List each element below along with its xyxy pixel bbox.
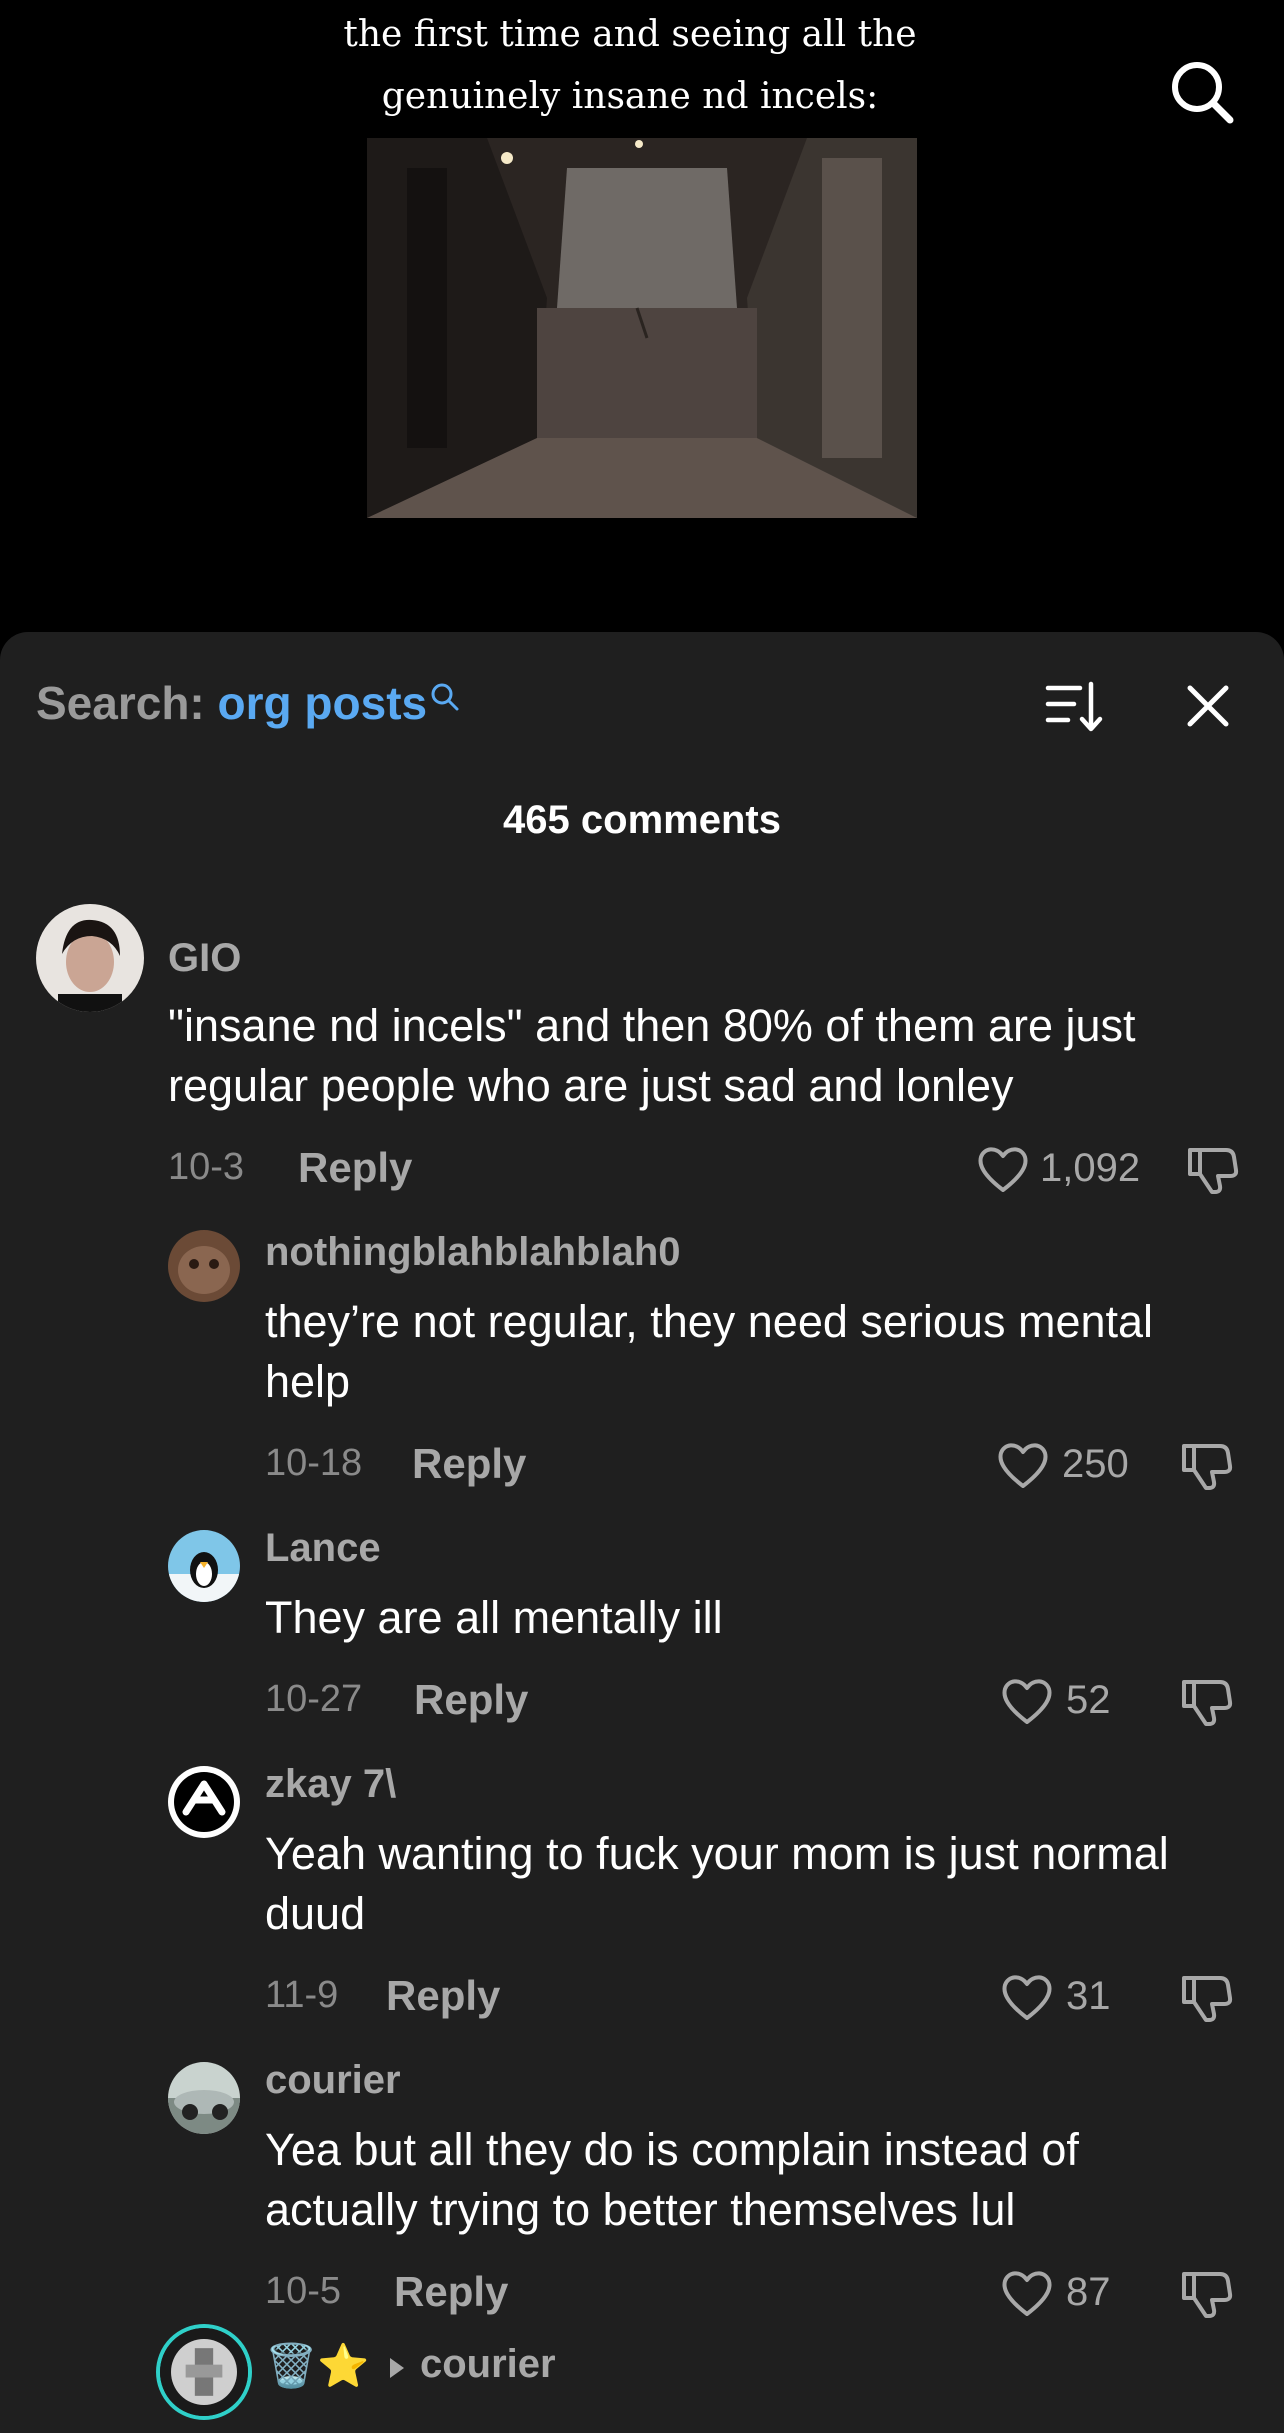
comment-reply-item: nothingblahblahblah0 they’re not regular… (0, 1200, 1284, 1500)
comment-item: GIO "insane nd incels" and then 80% of t… (0, 902, 1284, 1222)
comment-count: 465 comments (503, 798, 781, 842)
reply-button[interactable]: Reply (386, 1972, 500, 2020)
reply-arrow-icon (388, 2356, 406, 2380)
heart-icon[interactable] (1000, 1676, 1054, 1726)
video-caption-line-2: genuinely insane nd incels: (381, 76, 879, 117)
comment-text-line-2: actually trying to better themselves lul (265, 2184, 1016, 2235)
comment-text-line-2: help (265, 1356, 351, 1407)
heart-icon[interactable] (976, 1144, 1030, 1194)
reply-button[interactable]: Reply (298, 1144, 412, 1192)
comment-username[interactable]: nothingblahblahblah0 (265, 1230, 681, 1275)
search-small-icon (429, 670, 461, 711)
comment-text-line-1: "insane nd incels" and then 80% of them … (168, 1000, 1136, 1051)
avatar[interactable] (156, 2324, 252, 2420)
comment-username[interactable]: GIO (168, 936, 241, 981)
like-count: 1,092 (1040, 1146, 1141, 1190)
comment-username[interactable]: Lance (265, 1526, 381, 1571)
avatar[interactable] (36, 904, 144, 1012)
heart-icon[interactable] (1000, 2268, 1054, 2318)
comment-search-query[interactable]: Search: org posts (36, 676, 461, 730)
comment-reply-item: 🗑️⭐ courier (0, 2320, 1284, 2433)
dislike-icon[interactable] (1180, 1674, 1234, 1728)
comment-text-line-2: duud (265, 1888, 366, 1939)
close-icon[interactable] (1180, 678, 1236, 734)
video-frame-hallway (367, 138, 917, 518)
comment-reply-item: courier Yea but all they do is complain … (0, 2030, 1284, 2330)
comments-sheet: Search: org posts 465 comments GIO "insa… (0, 632, 1284, 2433)
like-count: 87 (1066, 2270, 1111, 2314)
dislike-icon[interactable] (1180, 2266, 1234, 2320)
comment-username[interactable]: courier (265, 2058, 401, 2103)
reply-button[interactable]: Reply (394, 2268, 508, 2316)
avatar[interactable] (168, 1230, 240, 1302)
like-count: 31 (1066, 1974, 1111, 2018)
dislike-icon[interactable] (1180, 1438, 1234, 1492)
video-player[interactable]: the first time and seeing all the genuin… (0, 0, 1284, 640)
heart-icon[interactable] (1000, 1972, 1054, 2022)
comment-reply-item: Lance They are all mentally ill 10-27 Re… (0, 1496, 1284, 1736)
like-count: 250 (1062, 1442, 1129, 1486)
comment-text-line-1: They are all mentally ill (265, 1592, 723, 1643)
comment-text-line-2: regular people who are just sad and lonl… (168, 1060, 1014, 1111)
video-caption-line-1: the first time and seeing all the (343, 14, 917, 55)
avatar[interactable] (168, 1530, 240, 1602)
comment-date: 10-3 (168, 1146, 245, 1188)
comment-date: 10-27 (265, 1678, 363, 1720)
dislike-icon[interactable] (1180, 1970, 1234, 2024)
sort-icon[interactable] (1044, 676, 1104, 736)
comment-username-emoji[interactable]: 🗑️⭐ (265, 2342, 370, 2391)
search-prefix: Search: (36, 677, 205, 729)
comment-date: 10-5 (265, 2270, 342, 2312)
reply-button[interactable]: Reply (414, 1676, 528, 1724)
avatar[interactable] (168, 2062, 240, 2134)
comment-date: 11-9 (265, 1974, 339, 2016)
search-icon[interactable] (1166, 56, 1238, 128)
comment-text-line-1: they’re not regular, they need serious m… (265, 1296, 1154, 1347)
comment-username[interactable]: zkay 7\ (265, 1762, 396, 1807)
avatar[interactable] (168, 1766, 240, 1838)
like-count: 52 (1066, 1678, 1111, 1722)
comment-text-line-1: Yea but all they do is complain instead … (265, 2124, 1079, 2175)
search-term[interactable]: org posts (218, 677, 428, 729)
reply-to-username[interactable]: courier (420, 2342, 556, 2387)
reply-button[interactable]: Reply (412, 1440, 526, 1488)
comment-date: 10-18 (265, 1442, 363, 1484)
comment-text-line-1: Yeah wanting to fuck your mom is just no… (265, 1828, 1169, 1879)
dislike-icon[interactable] (1186, 1142, 1240, 1196)
heart-icon[interactable] (996, 1440, 1050, 1490)
comment-reply-item: zkay 7\ Yeah wanting to fuck your mom is… (0, 1732, 1284, 2032)
